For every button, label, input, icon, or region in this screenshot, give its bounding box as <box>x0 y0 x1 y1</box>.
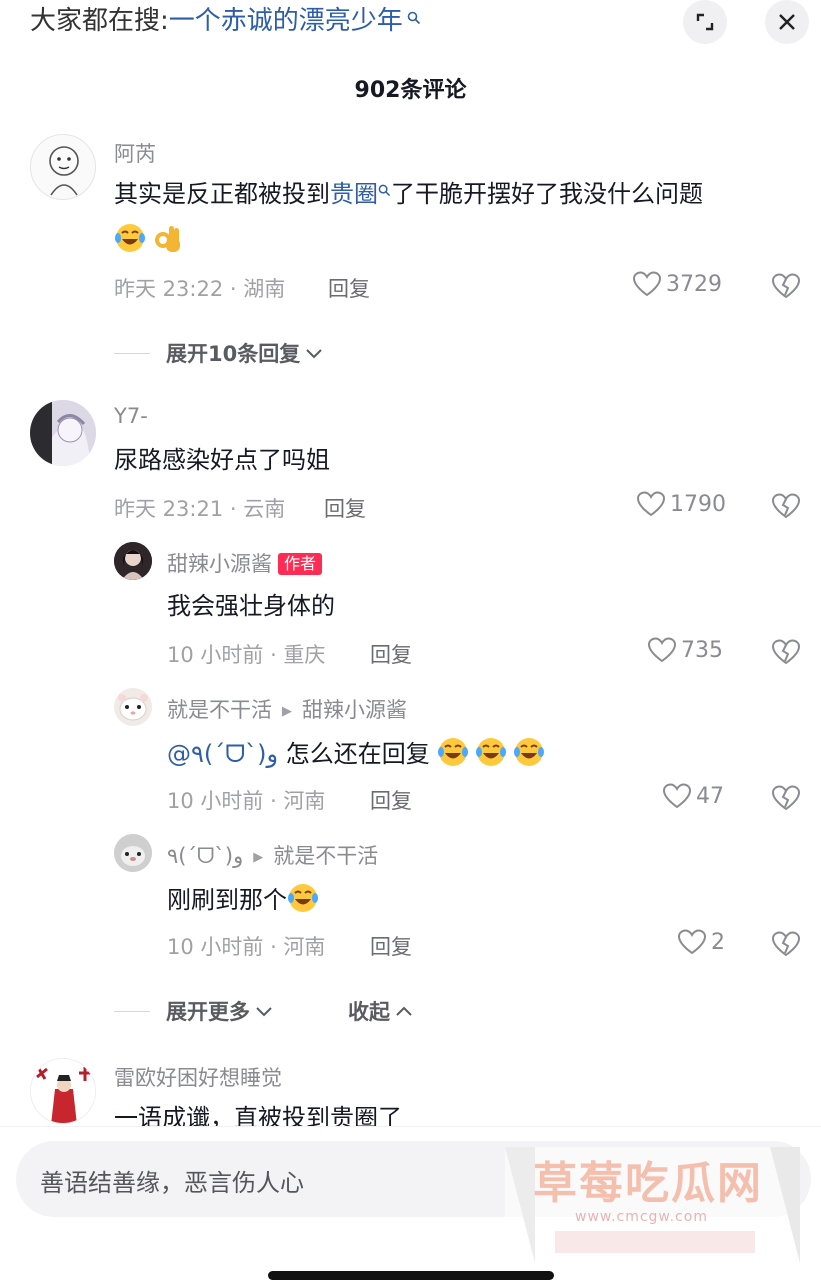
reply-button[interactable]: 回复 <box>370 931 412 961</box>
broken-heart-icon[interactable] <box>770 783 802 813</box>
like-count: 2 <box>711 929 725 955</box>
author-badge: 作者 <box>278 553 323 575</box>
like-button[interactable]: 3729 <box>632 270 722 298</box>
comment-text-part: 了干脆开摆好了我没什么问题 <box>391 180 703 208</box>
reply-time-location: 10 小时前 · 河南 <box>167 789 326 813</box>
like-button[interactable]: 47 <box>662 782 724 810</box>
avatar[interactable] <box>114 542 152 580</box>
expand-replies-label: 展开10条回复 <box>166 342 301 366</box>
laugh-cry-emoji <box>476 738 507 766</box>
broken-heart-icon[interactable] <box>770 637 802 667</box>
chevron-up-icon <box>396 1006 412 1016</box>
watermark: 草莓吃瓜网 www.cmcgw.com <box>505 1147 800 1263</box>
heart-icon <box>632 271 662 297</box>
laugh-cry-emoji <box>288 884 318 912</box>
reply-username-text[interactable]: 就是不干活 <box>167 698 272 722</box>
comment-text-part: 其实是反正都被投到 <box>114 180 330 208</box>
broken-heart-icon[interactable] <box>770 271 802 301</box>
collapse-label: 收起 <box>348 1000 390 1024</box>
avatar[interactable] <box>30 134 96 200</box>
trending-search-hint[interactable]: 大家都在搜:一个赤诚的漂亮少年 <box>30 4 421 38</box>
reply-username: ٩(ˊᗜˋ)و ▶ 就是不干活 <box>167 840 378 870</box>
heart-icon <box>636 491 666 517</box>
comment-emoji-row <box>114 222 183 254</box>
like-button[interactable]: 1790 <box>636 490 726 518</box>
reply-button[interactable]: 回复 <box>370 785 412 815</box>
expand-more-button[interactable]: 展开更多 <box>114 996 274 1026</box>
reply-button[interactable]: 回复 <box>324 493 366 523</box>
comment-username[interactable]: 阿芮 <box>114 138 156 168</box>
collapse-button[interactable]: 收起 <box>348 996 414 1026</box>
reply-text-part: 怎么还在回复 <box>278 740 430 768</box>
expand-replies-button[interactable]: 展开10条回复 <box>114 338 324 368</box>
avatar[interactable] <box>114 834 152 872</box>
reply-text-part: 刚刷到那个 <box>167 886 287 914</box>
comment-text: 其实是反正都被投到贵圈 了干脆开摆好了我没什么问题 <box>114 178 703 210</box>
comment-time-location: 昨天 23:21 · 云南 <box>114 497 286 521</box>
heart-icon <box>647 637 677 663</box>
divider <box>114 1010 150 1012</box>
like-count: 47 <box>696 783 724 809</box>
reply-button[interactable]: 回复 <box>370 639 412 669</box>
reply-button[interactable]: 回复 <box>328 273 370 303</box>
avatar[interactable] <box>30 400 96 466</box>
comment-username[interactable]: Y7- <box>114 404 148 428</box>
reply-time-location: 10 小时前 · 河南 <box>167 935 326 959</box>
like-button[interactable]: 735 <box>647 636 723 664</box>
like-button[interactable]: 2 <box>677 928 725 956</box>
broken-heart-icon[interactable] <box>770 929 802 959</box>
topic-link[interactable]: 贵圈 <box>330 180 378 208</box>
heart-icon <box>677 929 707 955</box>
comment-username[interactable]: 雷欧好困好想睡觉 <box>114 1062 282 1092</box>
comment-input-placeholder: 善语结善缘，恶言伤人心 <box>40 1169 304 1197</box>
expand-more-label: 展开更多 <box>166 1000 250 1024</box>
reply-text: @٩(ˊᗜˋ)و 怎么还在回复 <box>167 736 545 770</box>
reply-to-arrow-icon: ▶ <box>253 850 264 865</box>
like-count: 3729 <box>666 271 722 297</box>
chevron-down-icon <box>306 349 322 359</box>
watermark-url: www.cmcgw.com <box>575 1209 708 1225</box>
home-indicator[interactable] <box>268 1271 554 1280</box>
reply-to-username[interactable]: 就是不干活 <box>273 844 378 868</box>
trending-keyword[interactable]: 一个赤诚的漂亮少年 <box>169 6 403 36</box>
search-icon <box>403 11 421 29</box>
reply-time-location: 10 小时前 · 重庆 <box>167 643 326 667</box>
laugh-cry-emoji <box>438 738 469 766</box>
close-icon <box>779 14 795 30</box>
reply-username: 就是不干活 ▶ 甜辣小源酱 <box>167 694 407 724</box>
broken-heart-icon[interactable] <box>770 491 802 521</box>
like-count: 735 <box>681 637 723 663</box>
reply-username: 甜辣小源酱 作者 <box>167 548 323 578</box>
comment-text: 尿路感染好点了吗姐 <box>114 446 330 474</box>
reply-to-username[interactable]: 甜辣小源酱 <box>302 698 407 722</box>
expand-icon <box>696 13 714 31</box>
ok-hand-emoji <box>155 226 181 252</box>
expand-button[interactable] <box>683 0 727 44</box>
laugh-cry-emoji <box>514 738 545 766</box>
avatar[interactable] <box>30 1058 96 1124</box>
comment-time-location: 昨天 23:22 · 湖南 <box>114 277 286 301</box>
reply-to-arrow-icon: ▶ <box>282 704 292 719</box>
mention-link[interactable]: @٩(ˊᗜˋ)و <box>167 740 278 768</box>
top-bar: 大家都在搜:一个赤诚的漂亮少年 <box>0 0 821 44</box>
close-button[interactable] <box>765 0 809 44</box>
watermark-title: 草莓吃瓜网 <box>533 1158 763 1209</box>
trending-label: 大家都在搜: <box>30 6 169 36</box>
avatar[interactable] <box>114 688 152 726</box>
heart-icon <box>662 783 692 809</box>
comment-input-bar: 善语结善缘，恶言伤人心 草莓吃瓜网 www.cmcgw.com <box>0 1126 821 1280</box>
search-icon <box>378 184 391 201</box>
comment-count-title: 902条评论 <box>354 78 467 103</box>
reply-text: 我会强壮身体的 <box>167 592 335 620</box>
like-count: 1790 <box>670 491 726 517</box>
laugh-cry-emoji <box>115 224 145 252</box>
reply-username-text[interactable]: 甜辣小源酱 <box>167 552 272 576</box>
divider <box>114 352 150 354</box>
reply-text: 刚刷到那个 <box>167 882 319 916</box>
chevron-down-icon <box>256 1007 272 1017</box>
reply-username-text[interactable]: ٩(ˊᗜˋ)و <box>167 844 243 868</box>
